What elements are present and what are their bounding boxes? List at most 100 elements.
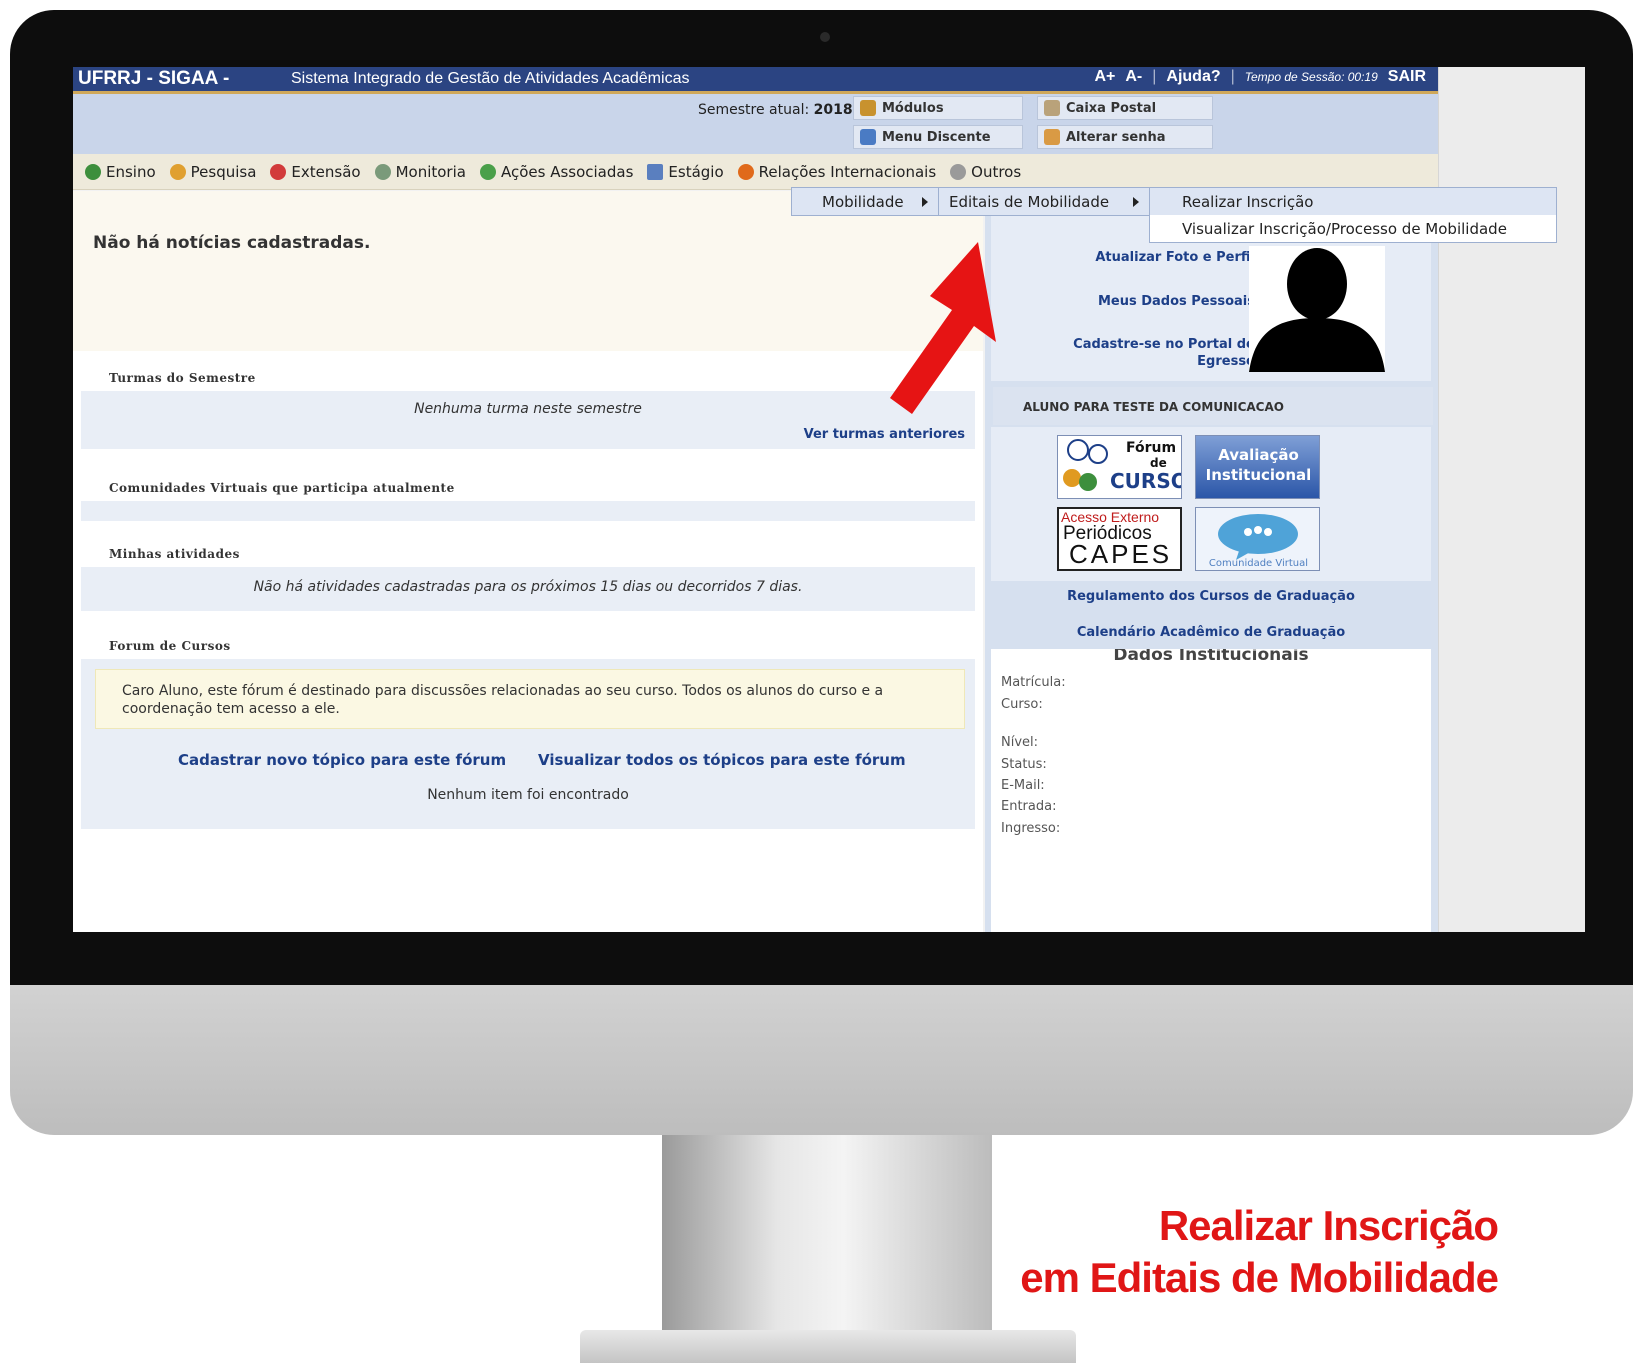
menu-item-acoes-associadas[interactable]: Ações Associadas: [479, 162, 634, 181]
submenu-item-realizar-inscricao[interactable]: Realizar Inscrição: [1150, 188, 1556, 215]
student-name: ALUNO PARA TESTE DA COMUNICACAO: [993, 387, 1433, 425]
field-curso: Curso:: [1001, 697, 1043, 712]
session-timer: Tempo de Sessão: 00:19: [1244, 70, 1378, 84]
menu-label: Extensão: [291, 162, 361, 181]
activities-empty: Não há atividades cadastradas para os pr…: [253, 579, 803, 595]
semester-label: Semestre atual:: [698, 102, 810, 118]
field-nivel: Nível:: [1001, 735, 1039, 750]
mailbox-icon: [1044, 100, 1060, 116]
inbox-label: Caixa Postal: [1066, 100, 1157, 116]
menu-label: Monitoria: [395, 162, 466, 181]
activities-band: Não há atividades cadastradas para os pr…: [81, 567, 975, 611]
main-content: Turmas do Semestre Nenhuma turma neste s…: [73, 351, 983, 932]
menu-item-ensino[interactable]: Ensino: [85, 163, 156, 181]
menu-item-monitoria[interactable]: Monitoria: [374, 162, 466, 181]
submenu-item-mobilidade[interactable]: Mobilidade: [792, 188, 938, 215]
monitor-icon: [374, 163, 391, 180]
menu-item-outros[interactable]: Outros: [950, 163, 1021, 181]
classes-title: Turmas do Semestre: [109, 371, 256, 385]
tile-evaluation-2: Institucional: [1205, 466, 1312, 484]
tile-community-label: Comunidade Virtual: [1208, 558, 1309, 569]
institutional-evaluation-tile[interactable]: Avaliação Institucional: [1195, 435, 1320, 499]
font-decrease-button[interactable]: A-: [1125, 68, 1142, 86]
menu-label: Ensino: [106, 162, 156, 181]
document-icon: [647, 163, 664, 180]
submenu-label: Visualizar Inscrição/Processo de Mobilid…: [1182, 219, 1507, 238]
menu-item-relacoes-internacionais[interactable]: Relações Internacionais: [737, 162, 937, 181]
news-empty: Não há notícias cadastradas.: [93, 233, 371, 253]
communities-band: [81, 501, 975, 521]
new-topic-link[interactable]: Cadastrar novo tópico para este fórum: [178, 751, 506, 769]
activities-title: Minhas atividades: [109, 547, 240, 561]
field-email: E-Mail:: [1001, 778, 1045, 793]
regulations-link[interactable]: Regulamento dos Cursos de Graduação: [991, 589, 1431, 604]
tile-forum-de: de: [1150, 456, 1167, 470]
menu-label: Pesquisa: [190, 162, 257, 181]
classes-band: Nenhuma turma neste semestre Ver turmas …: [81, 391, 975, 449]
chevron-right-icon: [1133, 197, 1139, 207]
view-topics-link[interactable]: Visualizar todos os tópicos para este fó…: [538, 751, 906, 769]
tile-capes-name: CAPES: [1069, 539, 1173, 569]
change-password-button[interactable]: Alterar senha: [1037, 125, 1213, 149]
caption-line-1: Realizar Inscrição: [1158, 1202, 1499, 1249]
alumni-portal-link[interactable]: Cadastre-se no Portal do Egresso: [1045, 336, 1255, 370]
help-link[interactable]: Ajuda?: [1166, 68, 1220, 86]
inbox-button[interactable]: Caixa Postal: [1037, 96, 1213, 120]
logout-button[interactable]: SAIR: [1388, 68, 1426, 86]
calendar-link[interactable]: Calendário Acadêmico de Graduação: [991, 625, 1431, 640]
field-ingresso: Ingresso:: [1001, 821, 1061, 836]
submenu-item-visualizar-inscricao[interactable]: Visualizar Inscrição/Processo de Mobilid…: [1150, 215, 1556, 242]
box-icon: [860, 100, 876, 116]
menu-label: Estágio: [668, 162, 724, 181]
menu-item-pesquisa[interactable]: Pesquisa: [169, 162, 257, 181]
submenu-label: Mobilidade: [822, 192, 904, 211]
screen: UFRRJ - SIGAA - Sistema Integrado de Ges…: [73, 67, 1585, 932]
field-matricula: Matrícula:: [1001, 675, 1066, 690]
menu-item-estagio[interactable]: Estágio: [647, 162, 724, 181]
institutional-data-panel: Dados Institucionais Matrícula: Curso: N…: [991, 631, 1431, 932]
menu-tree-icon: [860, 129, 876, 145]
tile-forum-word: Fórum: [1126, 440, 1177, 456]
user-key-icon: [1044, 129, 1060, 145]
font-increase-button[interactable]: A+: [1094, 68, 1115, 86]
update-photo-link[interactable]: Atualizar Foto e Perfil: [1095, 249, 1255, 266]
modules-button[interactable]: Módulos: [853, 96, 1023, 120]
flask-icon: [169, 163, 186, 180]
classes-empty: Nenhuma turma neste semestre: [414, 401, 642, 417]
menu-label: Outros: [971, 162, 1022, 181]
institution-title: UFRRJ - SIGAA -: [78, 68, 230, 89]
student-menu-button[interactable]: Menu Discente: [853, 125, 1023, 149]
previous-classes-link[interactable]: Ver turmas anteriores: [804, 427, 965, 442]
gears-icon: [479, 163, 496, 180]
capes-tile[interactable]: Acesso Externo Periódicos CAPES: [1057, 507, 1182, 571]
book-icon: [85, 163, 101, 180]
caption: Realizar Inscrição em Editais de Mobilid…: [1020, 1200, 1499, 1304]
change-password-label: Alterar senha: [1066, 129, 1166, 145]
menu-label: Relações Internacionais: [758, 162, 937, 181]
monitor-chin: [10, 985, 1633, 1135]
avatar: [1249, 246, 1385, 372]
caption-line-2: em Editais de Mobilidade: [1020, 1254, 1499, 1301]
menu-item-extensao[interactable]: Extensão: [270, 162, 361, 181]
field-status: Status:: [1001, 757, 1047, 772]
virtual-community-tile[interactable]: Comunidade Virtual: [1195, 507, 1320, 571]
modules-label: Módulos: [882, 100, 944, 116]
submenu-editais: Editais de Mobilidade: [938, 187, 1150, 216]
info-bar: Semestre atual: 2018.2 Módulos Caixa Pos…: [73, 94, 1438, 154]
student-menu-label: Menu Discente: [882, 129, 991, 145]
submenu-item-editais-de-mobilidade[interactable]: Editais de Mobilidade: [939, 188, 1149, 215]
menu-label: Ações Associadas: [500, 162, 634, 181]
forum-empty: Nenhum item foi encontrado: [427, 787, 629, 803]
monitor-stand: [662, 1135, 992, 1363]
communities-title: Comunidades Virtuais que participa atual…: [109, 481, 455, 495]
submenu-label: Editais de Mobilidade: [949, 192, 1110, 211]
submenu-actions: Realizar Inscrição Visualizar Inscrição/…: [1149, 187, 1557, 243]
main-menu: Ensino Pesquisa Extensão Monitoria Ações…: [73, 154, 1438, 190]
field-entrada: Entrada:: [1001, 799, 1057, 814]
red-arrow-icon: [890, 242, 996, 414]
course-forum-tile[interactable]: Fórum de CURSO: [1057, 435, 1182, 499]
current-semester: Semestre atual: 2018.2: [698, 102, 868, 118]
tile-forum-curso: CURSO: [1110, 469, 1182, 493]
personal-data-link[interactable]: Meus Dados Pessoais: [1098, 293, 1255, 310]
camera-icon: [820, 32, 830, 42]
